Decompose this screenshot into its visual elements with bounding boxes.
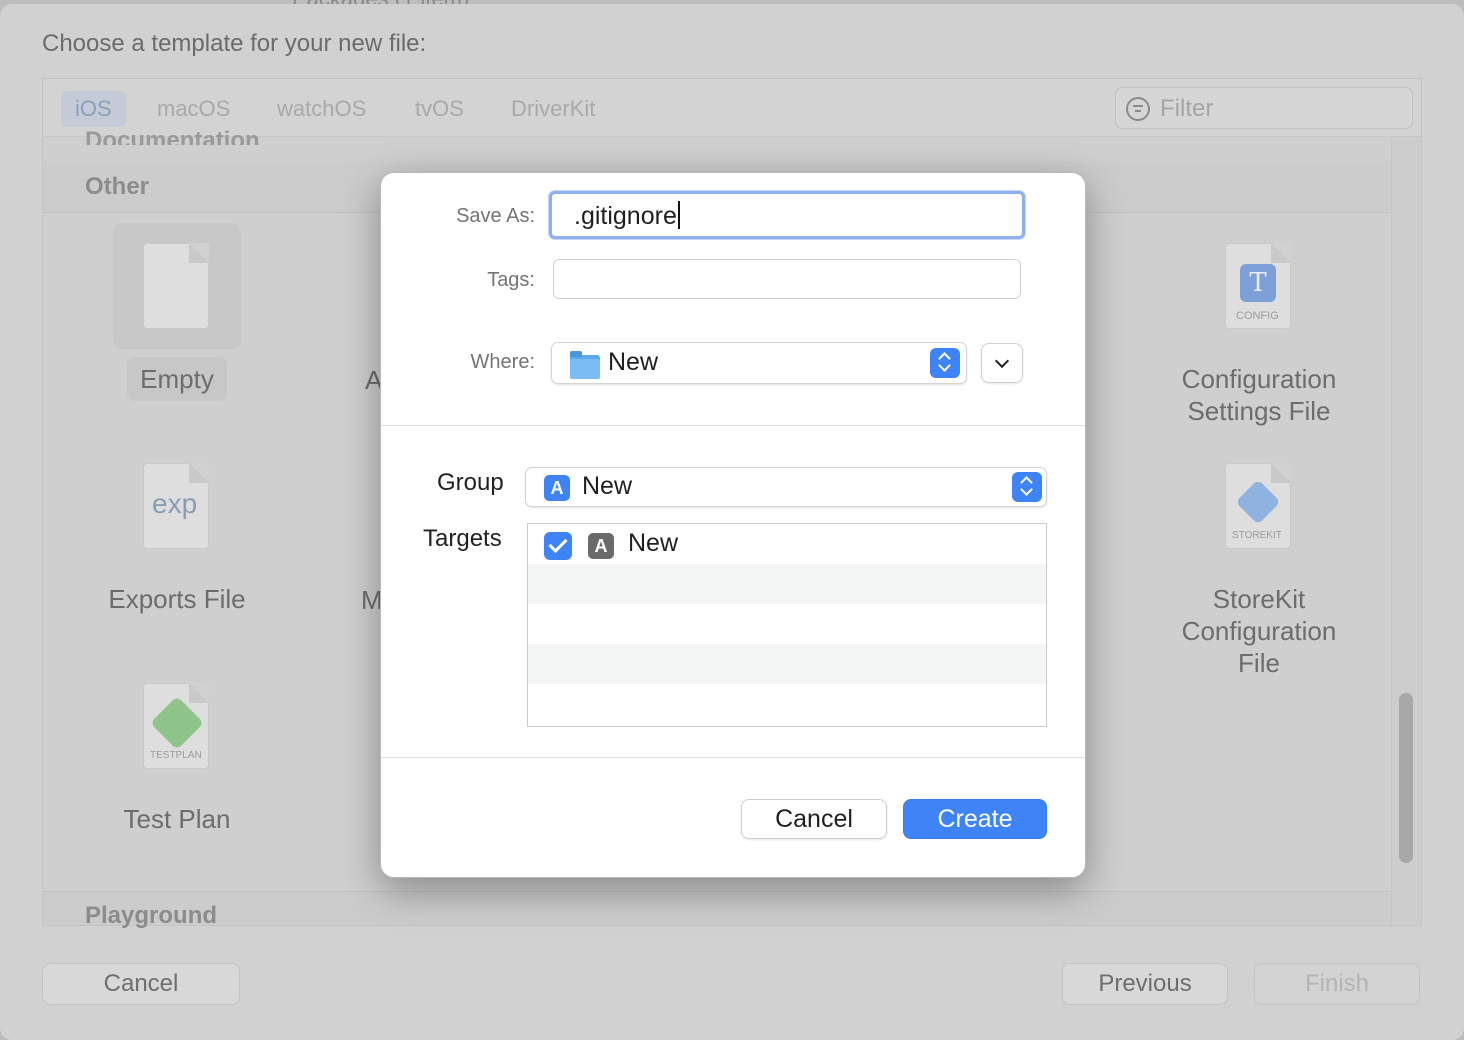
scrollbar-thumb[interactable] xyxy=(1399,693,1413,863)
storekit-badge: STOREKIT xyxy=(1232,530,1282,541)
filter-icon xyxy=(1126,97,1150,121)
target-empty-row xyxy=(528,644,1046,684)
tab-watchos[interactable]: watchOS xyxy=(263,91,380,127)
save-as-value-wrap: .gitignore xyxy=(574,201,680,231)
filter-field[interactable]: Filter xyxy=(1115,87,1413,129)
config-document-icon: T CONFIG xyxy=(1225,243,1291,329)
group-label: Group xyxy=(437,469,504,496)
where-value: New xyxy=(608,348,659,376)
tab-ios[interactable]: iOS xyxy=(61,91,126,127)
template-empty-label: Empty xyxy=(140,364,214,394)
checkmark-diamond-icon xyxy=(150,696,204,750)
exports-document-icon: exp xyxy=(143,463,209,549)
previous-button[interactable]: Previous xyxy=(1062,963,1228,1005)
hammer-icon: T xyxy=(1240,264,1276,302)
storekit-document-icon: STOREKIT xyxy=(1225,463,1291,549)
group-popup[interactable]: A New xyxy=(525,467,1047,507)
section-title-other: Other xyxy=(85,173,150,200)
where-label: Where: xyxy=(470,351,535,373)
section-documentation-cut: Documentation xyxy=(85,127,260,145)
exports-badge: exp xyxy=(152,488,198,519)
group-stepper-icon xyxy=(1012,472,1042,502)
sheet-divider-top xyxy=(381,425,1085,426)
save-as-field[interactable]: .gitignore xyxy=(549,191,1025,239)
chooser-cancel-button[interactable]: Cancel xyxy=(42,963,240,1005)
folder-icon xyxy=(570,351,600,379)
target-empty-row xyxy=(528,604,1046,644)
targets-list: A New xyxy=(527,523,1047,727)
tab-macos[interactable]: macOS xyxy=(143,91,244,127)
template-config-label: Configuration Settings File xyxy=(1181,364,1337,426)
template-test-plan[interactable]: Test Plan xyxy=(47,803,307,835)
target-app-icon: A xyxy=(588,533,614,559)
target-checkbox[interactable] xyxy=(544,532,572,560)
filter-placeholder: Filter xyxy=(1160,95,1214,122)
section-title-playground: Playground xyxy=(85,902,218,929)
template-storekit-label: StoreKit Configuration File xyxy=(1181,584,1337,678)
testplan-badge: TESTPLAN xyxy=(150,750,202,761)
save-sheet: Save As: .gitignore Tags: Where: New Gro… xyxy=(380,172,1086,878)
target-empty-row xyxy=(528,564,1046,604)
app-store-icon: A xyxy=(544,475,570,501)
where-stepper-icon xyxy=(930,348,960,378)
target-row[interactable]: A New xyxy=(528,524,1046,564)
text-caret xyxy=(677,201,680,229)
tab-driverkit[interactable]: DriverKit xyxy=(497,91,609,127)
finish-button[interactable]: Finish xyxy=(1254,963,1420,1005)
cancel-button[interactable]: Cancel xyxy=(741,799,887,839)
save-as-label: Save As: xyxy=(456,205,535,227)
storekit-cube-icon xyxy=(1235,479,1281,525)
save-as-value: .gitignore xyxy=(574,202,677,230)
expand-chevron-button[interactable] xyxy=(981,343,1023,383)
empty-document-icon xyxy=(143,243,209,329)
config-badge: CONFIG xyxy=(1236,310,1279,322)
template-configuration-settings-file[interactable]: Configuration Settings File xyxy=(1129,363,1389,427)
template-exports-label: Exports File xyxy=(108,584,246,614)
target-name: New xyxy=(628,529,679,557)
template-storekit-configuration-file[interactable]: StoreKit Configuration File xyxy=(1129,583,1389,679)
tab-tvos[interactable]: tvOS xyxy=(401,91,478,127)
template-exports-file[interactable]: Exports File xyxy=(47,583,307,615)
testplan-document-icon: TESTPLAN xyxy=(143,683,209,769)
create-button[interactable]: Create xyxy=(903,799,1047,839)
tags-label: Tags: xyxy=(487,269,535,291)
chooser-title: Choose a template for your new file: xyxy=(42,30,427,57)
group-value: New xyxy=(582,472,633,500)
where-popup[interactable]: New xyxy=(551,342,967,384)
target-empty-row xyxy=(528,684,1046,724)
section-header-playground: Playground xyxy=(43,891,1391,929)
template-test-plan-label: Test Plan xyxy=(123,804,231,834)
sheet-divider-bottom xyxy=(381,757,1085,758)
tags-field[interactable] xyxy=(553,259,1021,299)
template-empty[interactable]: Empty xyxy=(47,363,307,395)
targets-label: Targets xyxy=(423,525,502,552)
